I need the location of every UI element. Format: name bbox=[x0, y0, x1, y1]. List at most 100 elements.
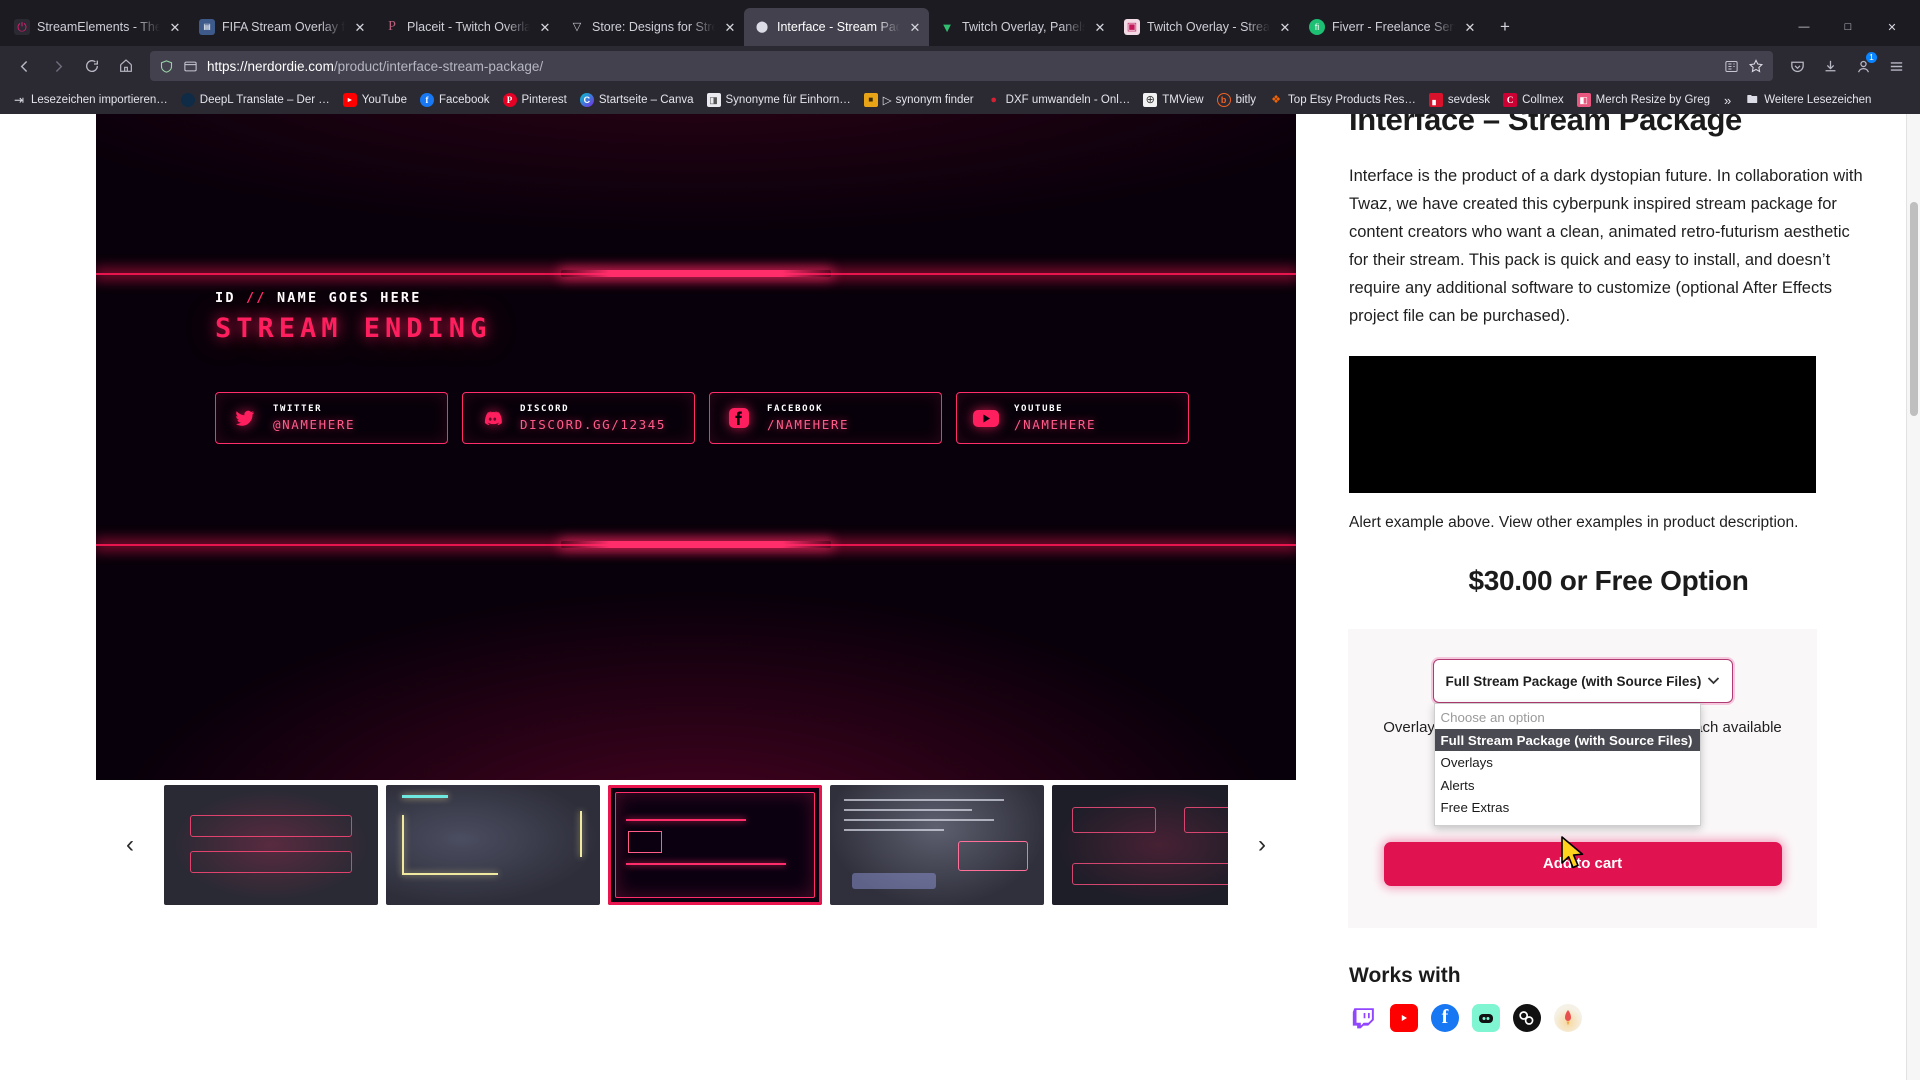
thumbnail-5-alerts[interactable] bbox=[1052, 785, 1228, 905]
synonyms-icon: ◨ bbox=[706, 93, 721, 107]
browser-tab-5-active[interactable]: ⬤ Interface - Stream Package - | ✕ bbox=[744, 8, 929, 46]
preview-social-text: DISCORD DISCORD.GG/12345 bbox=[520, 404, 666, 433]
merch-resize-icon: ◧ bbox=[1576, 93, 1591, 107]
browser-tab-2[interactable]: ▤ FIFA Stream Overlay for free, t ✕ bbox=[189, 8, 374, 46]
gallery-prev-button[interactable]: ‹ bbox=[96, 831, 164, 859]
preview-bottom-notch bbox=[561, 541, 831, 548]
shield-icon[interactable] bbox=[159, 59, 174, 74]
bookmark-collmex[interactable]: C Collmex bbox=[1497, 90, 1570, 110]
browser-tab-1[interactable]: ⏻ StreamElements - Themes gal ✕ bbox=[4, 8, 189, 46]
thumb-accent bbox=[626, 863, 786, 865]
reader-mode-icon[interactable] bbox=[1724, 59, 1739, 74]
dropdown-option-full-stream-package[interactable]: Full Stream Package (with Source Files) bbox=[1434, 728, 1700, 752]
bookmark-synonyme[interactable]: ◨ Synonyme für Einhorn… bbox=[701, 90, 857, 110]
alert-example-note: Alert example above. View other examples… bbox=[1349, 514, 1799, 532]
close-icon[interactable]: ✕ bbox=[1462, 19, 1478, 35]
variation-dropdown-list[interactable]: Choose an option Full Stream Package (wi… bbox=[1433, 703, 1701, 826]
close-icon[interactable]: ✕ bbox=[537, 19, 553, 35]
bookmark-dxf[interactable]: ● DXF umwandeln - Onl… bbox=[981, 90, 1137, 110]
close-icon[interactable]: ✕ bbox=[352, 19, 368, 35]
tab-label: Placeit - Twitch Overlay Temp bbox=[407, 20, 530, 34]
bookmark-label: bitly bbox=[1235, 94, 1257, 106]
bookmark-synonym-finder[interactable]: ■ ▷ synonym finder bbox=[858, 90, 980, 110]
address-bar[interactable]: https://nerdordie.com/product/interface-… bbox=[150, 51, 1773, 81]
browser-tab-3[interactable]: P Placeit - Twitch Overlay Temp ✕ bbox=[374, 8, 559, 46]
browser-tab-6[interactable]: ▼ Twitch Overlay, Panels and Yo ✕ bbox=[929, 8, 1114, 46]
pocket-icon[interactable] bbox=[1781, 50, 1813, 82]
other-bookmarks-label: Weitere Lesezeichen bbox=[1764, 94, 1872, 106]
thumbnail-3-stream-ending[interactable] bbox=[608, 785, 822, 905]
bookmark-etsy[interactable]: ❖ Top Etsy Products Res… bbox=[1263, 90, 1422, 110]
bookmark-pinterest[interactable]: P Pinterest bbox=[497, 90, 573, 110]
dropdown-option-overlays[interactable]: Overlays bbox=[1435, 751, 1700, 774]
account-icon[interactable]: 1 bbox=[1847, 50, 1879, 82]
dropdown-option-alerts[interactable]: Alerts bbox=[1435, 774, 1700, 797]
bookmark-youtube[interactable]: ► YouTube bbox=[337, 90, 413, 110]
obs-icon bbox=[1513, 1003, 1541, 1032]
close-icon[interactable]: ✕ bbox=[907, 19, 923, 35]
browser-tab-4[interactable]: ▽ Store: Designs for Streamers a ✕ bbox=[559, 8, 744, 46]
close-icon[interactable]: ✕ bbox=[1092, 19, 1108, 35]
browser-tab-8[interactable]: fi Fiverr - Freelance Services Ma ✕ bbox=[1299, 8, 1484, 46]
gallery-next-button[interactable]: › bbox=[1228, 831, 1296, 859]
app-menu-button[interactable] bbox=[1880, 50, 1912, 82]
preview-social-name: DISCORD bbox=[520, 403, 570, 414]
bookmarks-overflow-button[interactable]: » bbox=[1717, 93, 1738, 108]
home-button[interactable] bbox=[110, 50, 142, 82]
bookmark-star-icon[interactable] bbox=[1748, 58, 1764, 74]
preview-social-name: YOUTUBE bbox=[1014, 403, 1064, 414]
variation-select[interactable]: Full Stream Package (with Source Files) bbox=[1432, 659, 1733, 704]
bookmark-bitly[interactable]: b bitly bbox=[1211, 90, 1262, 110]
thumb-accent bbox=[626, 819, 746, 821]
add-to-cart-button[interactable]: Add to cart bbox=[1383, 841, 1782, 886]
maximize-button[interactable]: □ bbox=[1826, 8, 1870, 46]
forward-button[interactable] bbox=[42, 50, 74, 82]
other-bookmarks-folder[interactable]: 🖿 Weitere Lesezeichen bbox=[1739, 90, 1877, 110]
bookmark-merch-resize[interactable]: ◧ Merch Resize by Greg bbox=[1571, 90, 1716, 110]
bookmark-deepl[interactable]: DeepL Translate – Der … bbox=[175, 90, 336, 110]
new-tab-button[interactable]: + bbox=[1490, 12, 1520, 42]
close-window-button[interactable]: ✕ bbox=[1870, 8, 1914, 46]
close-icon[interactable]: ✕ bbox=[167, 19, 183, 35]
bookmark-facebook[interactable]: f Facebook bbox=[414, 90, 496, 110]
fiverr-icon: fi bbox=[1309, 19, 1325, 35]
reader-icon[interactable] bbox=[183, 59, 198, 74]
close-icon[interactable]: ✕ bbox=[722, 19, 738, 35]
tab-label: Store: Designs for Streamers a bbox=[592, 20, 715, 34]
bookmark-label: ▷ synonym finder bbox=[882, 94, 974, 107]
bookmark-label: TMView bbox=[1162, 94, 1204, 106]
preview-social-handle: /NAMEHERE bbox=[767, 416, 850, 432]
bookmark-tmview[interactable]: ⊕ TMView bbox=[1137, 90, 1209, 110]
dropdown-option-placeholder[interactable]: Choose an option bbox=[1435, 706, 1700, 729]
bookmark-import[interactable]: ⇥ Lesezeichen importieren… bbox=[6, 90, 174, 110]
gallery-thumbnail-row bbox=[164, 785, 1228, 905]
dropdown-option-free-extras[interactable]: Free Extras bbox=[1435, 796, 1700, 819]
preview-id-prefix: ID bbox=[215, 290, 236, 306]
page-scrollbar[interactable] bbox=[1906, 114, 1920, 1080]
shield-icon: ▼ bbox=[939, 19, 955, 35]
alert-example-video[interactable] bbox=[1349, 356, 1816, 494]
bookmark-label: DXF umwandeln - Onl… bbox=[1005, 94, 1131, 106]
bookmark-label: DeepL Translate – Der … bbox=[199, 94, 330, 106]
preview-social-row: TWITTER @NAMEHERE DISCORD DISCORD.GG/123… bbox=[215, 392, 1189, 444]
thumb-accent bbox=[628, 831, 662, 853]
tab-label: StreamElements - Themes gal bbox=[37, 20, 160, 34]
thumbnail-2-overlay[interactable] bbox=[386, 785, 600, 905]
thumbnail-1-overlay[interactable] bbox=[164, 785, 378, 905]
browser-tab-7[interactable]: ▣ Twitch Overlay - Stream Overl ✕ bbox=[1114, 8, 1299, 46]
back-button[interactable] bbox=[8, 50, 40, 82]
bookmark-sevdesk[interactable]: ▖ sevdesk bbox=[1423, 90, 1496, 110]
fifa-icon: ▤ bbox=[199, 19, 215, 35]
preview-social-youtube: YOUTUBE /NAMEHERE bbox=[956, 392, 1189, 444]
streamelements-icon: ⏻ bbox=[14, 19, 30, 35]
close-icon[interactable]: ✕ bbox=[1277, 19, 1293, 35]
download-icon[interactable] bbox=[1814, 50, 1846, 82]
thumb-accent bbox=[844, 819, 994, 821]
minimize-button[interactable]: — bbox=[1782, 8, 1826, 46]
thumbnail-4-panels[interactable] bbox=[830, 785, 1044, 905]
reload-button[interactable] bbox=[76, 50, 108, 82]
preview-social-text: TWITTER @NAMEHERE bbox=[273, 404, 355, 433]
bookmark-canva[interactable]: C Startseite – Canva bbox=[574, 90, 700, 110]
page-scrollbar-thumb[interactable] bbox=[1910, 202, 1918, 416]
gallery-main-preview[interactable]: ID // NAME GOES HERE STREAM ENDING TWITT… bbox=[96, 114, 1296, 780]
